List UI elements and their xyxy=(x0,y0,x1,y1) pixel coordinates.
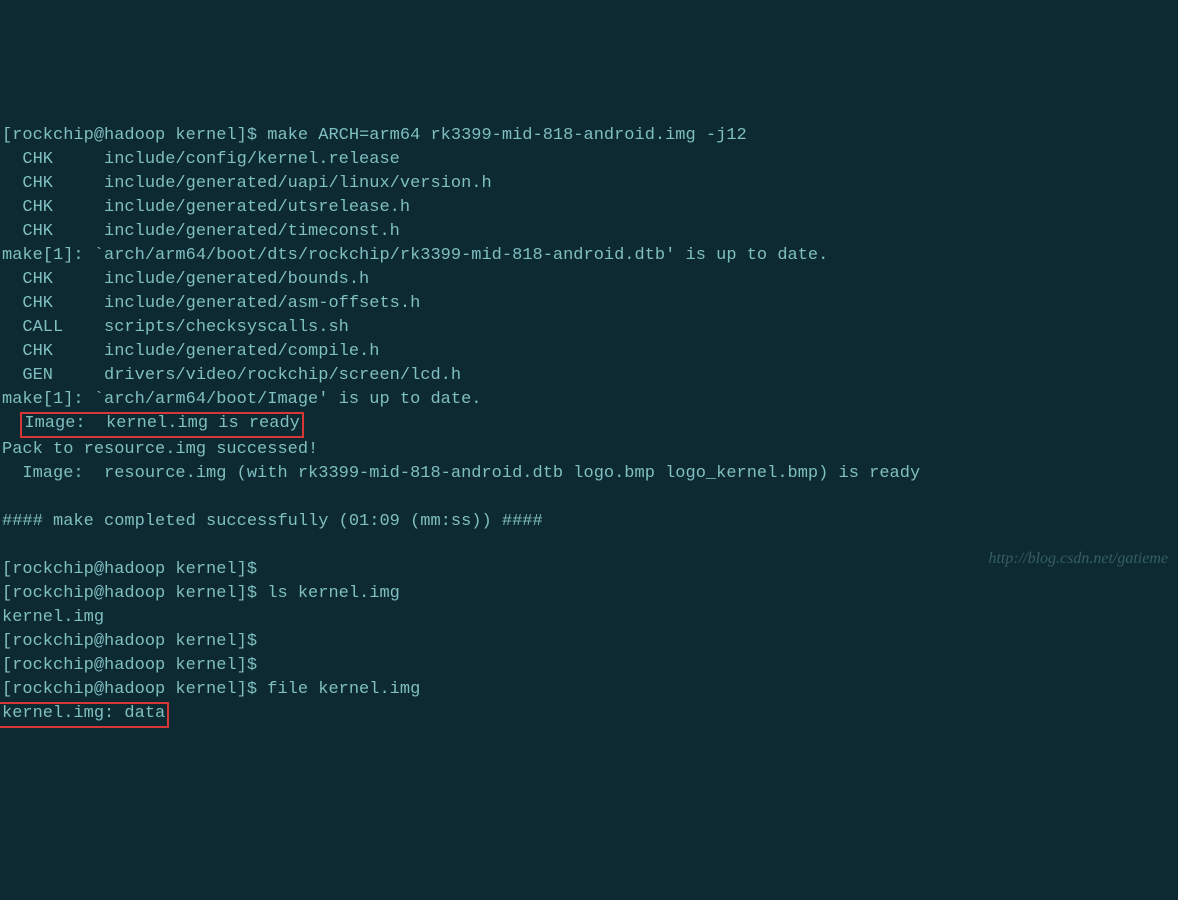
terminal-line: CHK include/config/kernel.release xyxy=(2,150,400,169)
terminal-line: [rockchip@hadoop kernel]$ make ARCH=arm6… xyxy=(2,126,747,145)
highlight-image-ready: Image: kernel.img is ready xyxy=(20,412,303,438)
terminal-line: kernel.img xyxy=(2,608,104,627)
terminal-line: Image: resource.img (with rk3399-mid-818… xyxy=(2,464,920,483)
terminal-line: [rockchip@hadoop kernel]$ xyxy=(2,656,257,675)
terminal-line xyxy=(2,414,22,433)
highlight-file-result: kernel.img: data xyxy=(0,702,169,728)
watermark-text: http://blog.csdn.net/gatieme xyxy=(988,547,1168,571)
terminal-line: CHK include/generated/compile.h xyxy=(2,342,379,361)
terminal-line: [rockchip@hadoop kernel]$ file kernel.im… xyxy=(2,680,420,699)
terminal-line: [rockchip@hadoop kernel]$ ls kernel.img xyxy=(2,584,400,603)
terminal-line: CALL scripts/checksyscalls.sh xyxy=(2,318,349,337)
terminal-line: CHK include/generated/timeconst.h xyxy=(2,222,400,241)
terminal-line: #### make completed successfully (01:09 … xyxy=(2,512,543,531)
terminal-line: [rockchip@hadoop kernel]$ xyxy=(2,560,257,579)
terminal-line: CHK include/generated/bounds.h xyxy=(2,270,369,289)
terminal-line: CHK include/generated/asm-offsets.h xyxy=(2,294,420,313)
terminal-line: make[1]: `arch/arm64/boot/Image' is up t… xyxy=(2,390,481,409)
terminal-line: [rockchip@hadoop kernel]$ xyxy=(2,632,257,651)
terminal-line: Pack to resource.img successed! xyxy=(2,440,318,459)
terminal-line: GEN drivers/video/rockchip/screen/lcd.h xyxy=(2,366,461,385)
terminal-line: make[1]: `arch/arm64/boot/dts/rockchip/r… xyxy=(2,246,828,265)
terminal-output[interactable]: [rockchip@hadoop kernel]$ make ARCH=arm6… xyxy=(0,96,1178,732)
terminal-line: CHK include/generated/uapi/linux/version… xyxy=(2,174,492,193)
terminal-line: CHK include/generated/utsrelease.h xyxy=(2,198,410,217)
